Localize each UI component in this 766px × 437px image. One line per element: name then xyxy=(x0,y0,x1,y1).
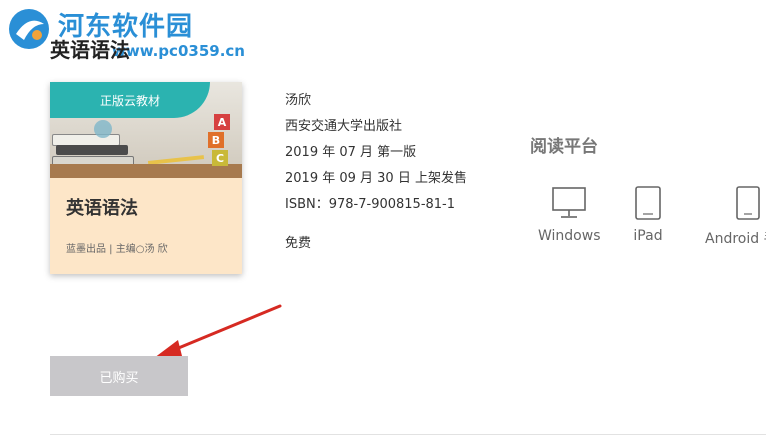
tablet-icon xyxy=(635,186,661,220)
platform-label-android: Android 手 xyxy=(705,231,766,247)
cover-footer: 蓝墨出品 | 主编○汤 欣 xyxy=(66,244,168,255)
platform-android[interactable]: Android 手 xyxy=(705,186,766,248)
publisher: 西安交通大学出版社 xyxy=(285,119,403,134)
platform-label-ipad: iPad xyxy=(633,228,663,244)
release-date: 2019 年 09 月 30 日 上架发售 xyxy=(285,171,467,186)
book-cover: A B C 正版云教材 英语语法 蓝墨出品 | 主编○汤 欣 xyxy=(50,82,242,274)
author: 汤欣 xyxy=(285,93,312,108)
cover-ribbon: 正版云教材 xyxy=(50,82,210,118)
platform-label-windows: Windows xyxy=(538,228,601,244)
divider xyxy=(50,434,766,435)
page-title: 英语语法 xyxy=(50,38,130,62)
phone-icon xyxy=(736,186,760,220)
letter-block-c: C xyxy=(212,150,228,166)
letter-block-a: A xyxy=(214,114,230,130)
red-arrow-annotation xyxy=(154,304,282,358)
platform-ipad[interactable]: iPad xyxy=(633,186,663,244)
isbn: ISBN：978-7-900815-81-1 xyxy=(285,197,456,212)
price: 免费 xyxy=(285,236,312,251)
monitor-icon xyxy=(552,187,587,218)
platform-title: 阅读平台 xyxy=(530,137,598,157)
platform-windows[interactable]: Windows xyxy=(538,186,601,244)
table-edge xyxy=(50,164,242,178)
watermark-logo-icon xyxy=(9,9,49,49)
edition: 2019 年 07 月 第一版 xyxy=(285,145,417,160)
purchased-button[interactable]: 已购买 xyxy=(50,356,188,396)
book-metadata: 汤欣 西安交通大学出版社 2019 年 07 月 第一版 2019 年 09 月… xyxy=(285,88,467,218)
watermark-url: www.pc0359.cn xyxy=(112,42,245,60)
letter-block-b: B xyxy=(208,132,224,148)
cover-title: 英语语法 xyxy=(66,198,138,219)
